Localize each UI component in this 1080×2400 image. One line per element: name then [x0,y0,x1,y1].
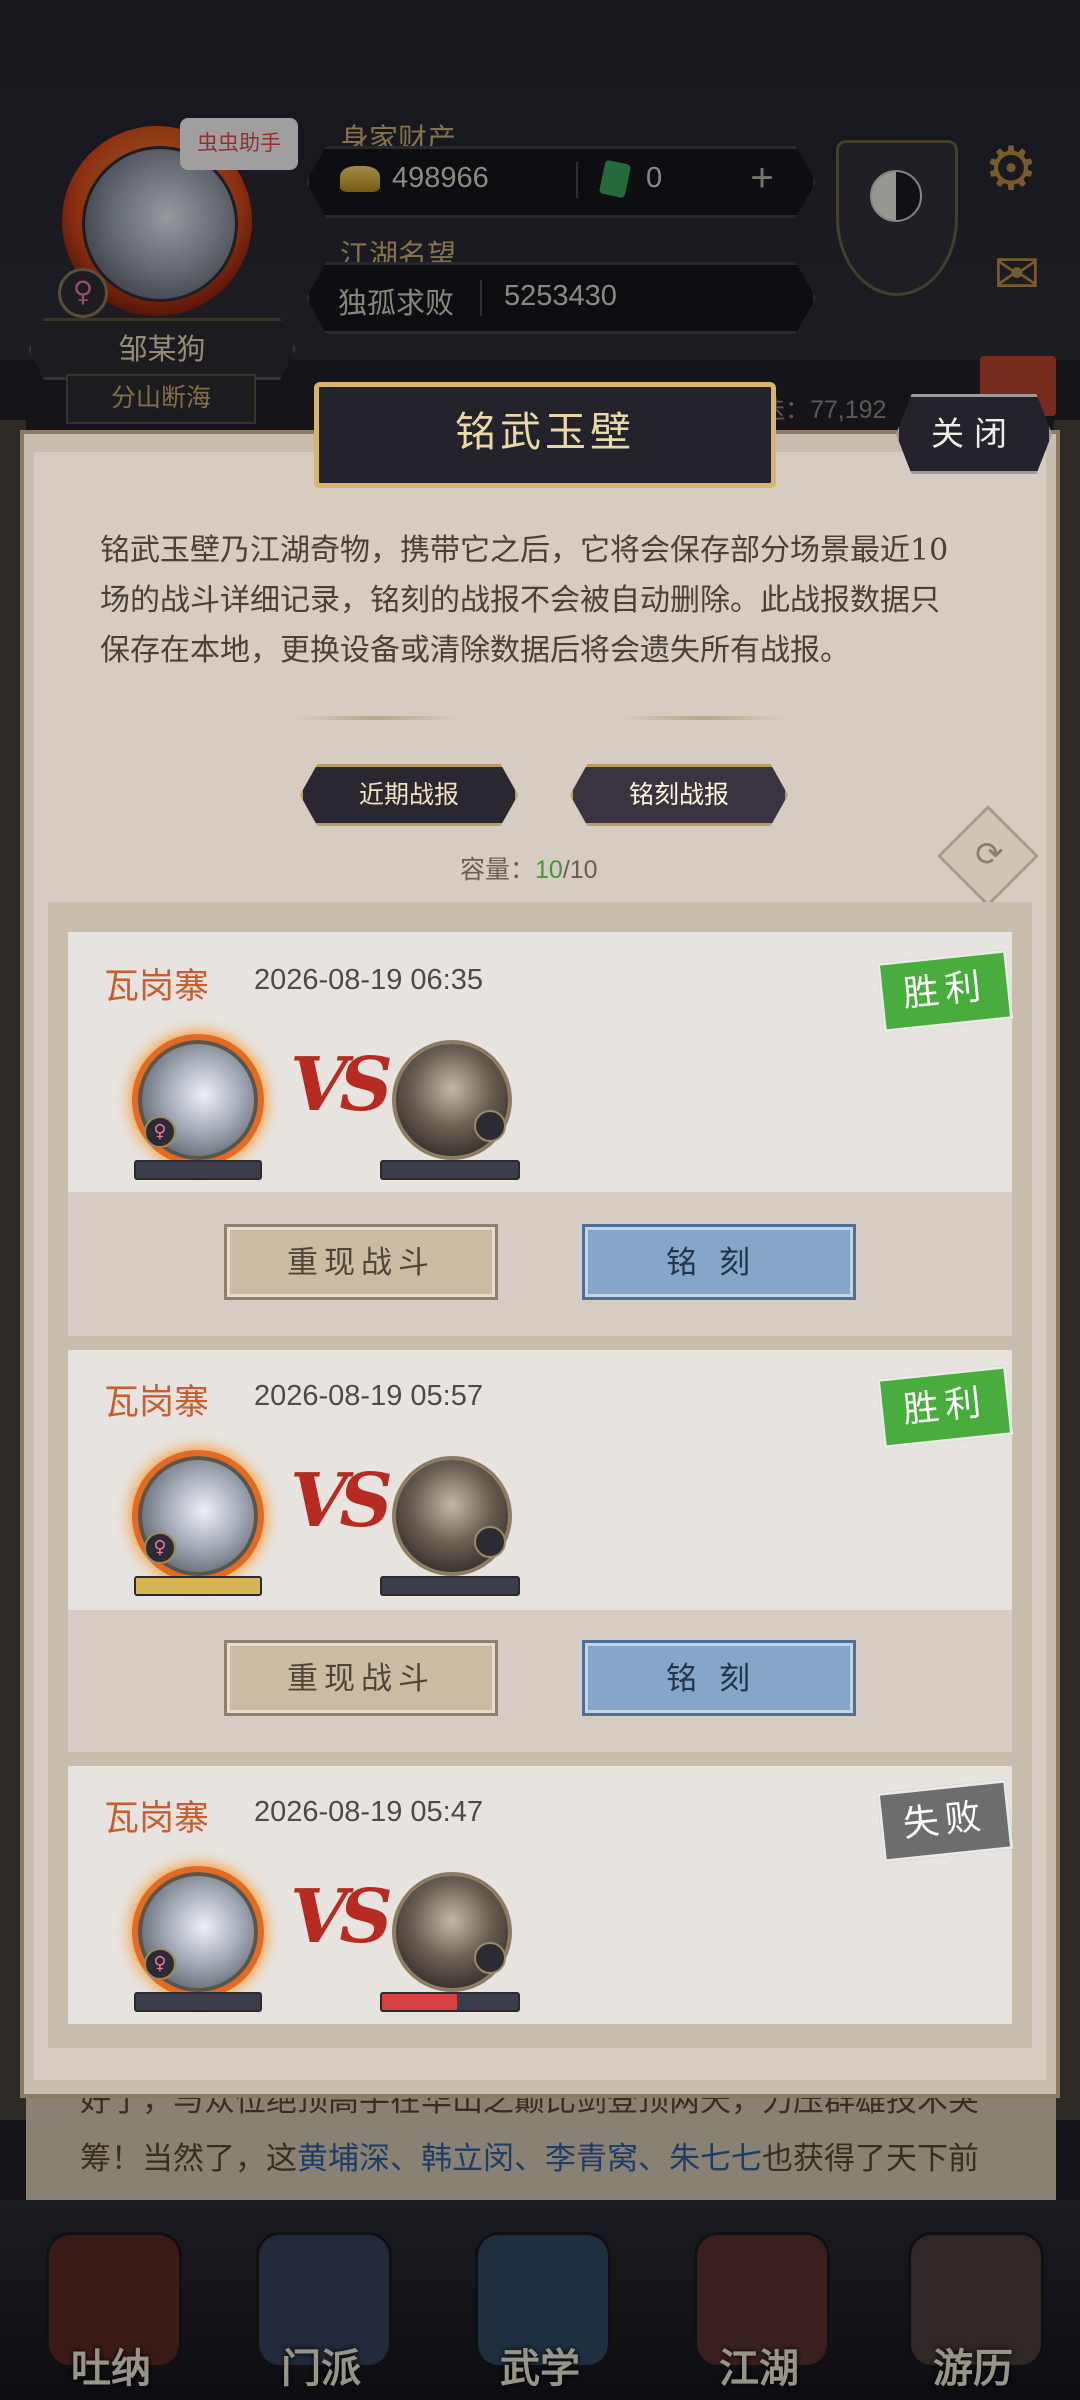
record-time: 2026-08-19 05:57 [254,1380,483,1412]
replay-battle-button[interactable]: 重现战斗 [224,1224,498,1300]
refresh-icon: ⟳ [975,834,1004,875]
my-hp-fill [136,1578,260,1594]
engrave-button[interactable]: 铭刻 [582,1224,856,1300]
my-hp-bar [134,1576,262,1596]
modal-description: 铭武玉壁乃江湖奇物，携带它之后，它将会保存部分场景最近10场的战斗详细记录，铭刻… [100,533,949,668]
ornament-divider [296,716,460,720]
capacity-label: 容量： [460,856,536,884]
close-button[interactable]: 关闭 [896,394,1052,474]
vs-mark: VS [290,1042,393,1128]
result-stamp: 胜利 [876,1365,1014,1449]
enemy-avatar[interactable] [392,1456,512,1576]
result-stamp: 胜利 [876,949,1014,1033]
record-actions [68,1192,1012,1336]
capacity-used: 10 [535,856,563,884]
enemy-avatar[interactable] [392,1872,512,1992]
modal-title: 铭武玉壁 [314,382,776,488]
my-hp-bar [134,1160,262,1180]
vs-mark: VS [290,1458,393,1544]
record-time: 2026-08-19 06:35 [254,964,483,996]
rank-badge-icon [474,1110,506,1142]
enemy-hp-bar [380,1576,520,1596]
record-actions [68,1610,1012,1752]
capacity-total: /10 [562,856,598,884]
ornament-divider [620,716,784,720]
enemy-hp-bar [380,1160,520,1180]
engrave-button[interactable]: 铭刻 [582,1640,856,1716]
rank-badge-icon [474,1942,506,1974]
record-location: 瓦岗寨 [104,1383,210,1423]
my-hp-bar [134,1992,262,2012]
enemy-hp-fill [382,1994,457,2010]
record-time: 2026-08-19 05:47 [254,1796,483,1828]
enemy-hp-bar [380,1992,520,2012]
record-location: 瓦岗寨 [104,967,210,1007]
rank-badge-icon [474,1526,506,1558]
female-icon: ♀ [144,1948,176,1980]
capacity-readout: 容量：10/10 [460,850,598,886]
enemy-avatar[interactable] [392,1040,512,1160]
result-stamp: 失败 [876,1779,1014,1863]
tab-recent[interactable]: 近期战报 [300,764,518,826]
female-icon: ♀ [144,1116,176,1148]
replay-battle-button[interactable]: 重现战斗 [224,1640,498,1716]
record-location: 瓦岗寨 [104,1799,210,1839]
female-icon: ♀ [144,1532,176,1564]
vs-mark: VS [290,1874,393,1960]
tab-engraved[interactable]: 铭刻战报 [570,764,788,826]
